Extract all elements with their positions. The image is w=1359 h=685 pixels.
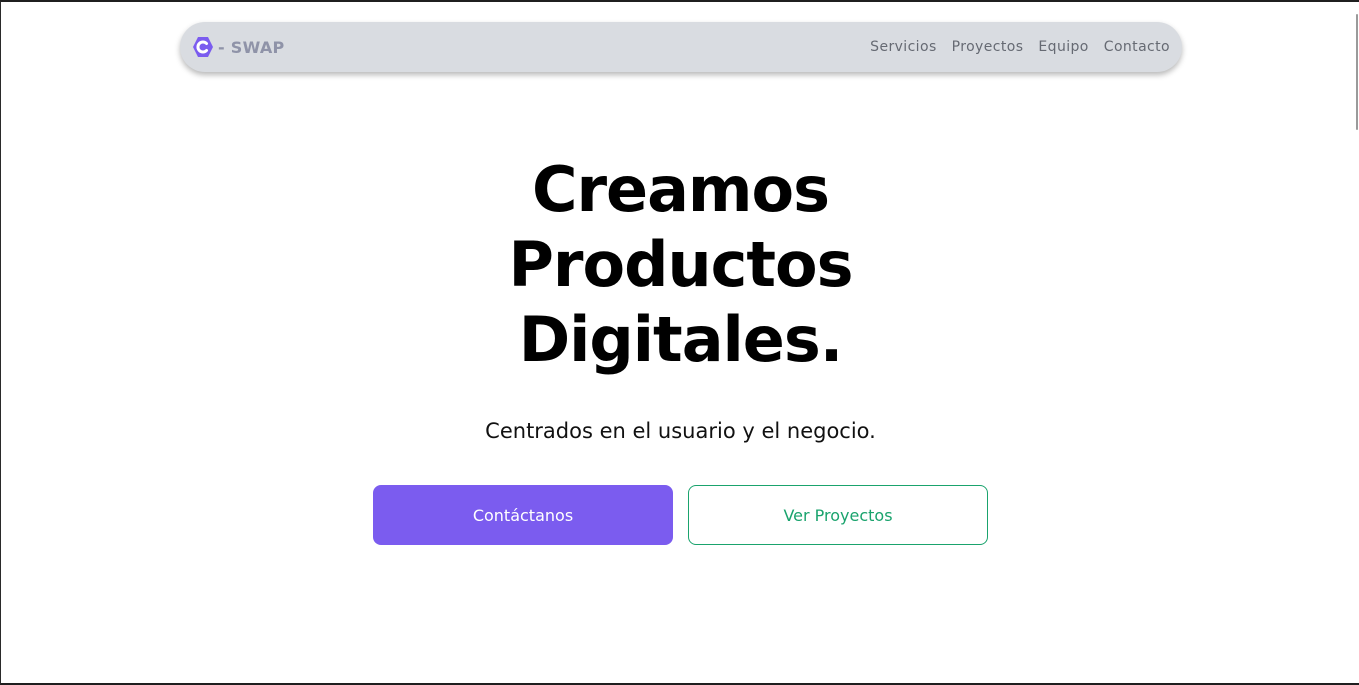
hero-title: Creamos Productos Digitales. (1, 152, 1359, 377)
hero-subtitle: Centrados en el usuario y el negocio. (485, 419, 876, 443)
brand-name: - SWAP (218, 37, 285, 57)
brand-logo-link[interactable]: - SWAP (191, 35, 285, 59)
nav-link-contacto[interactable]: Contacto (1104, 39, 1170, 55)
view-projects-button[interactable]: Ver Proyectos (688, 485, 988, 545)
hero-title-line-2: Productos (508, 228, 853, 301)
nav-link-equipo[interactable]: Equipo (1038, 39, 1088, 55)
scrollbar[interactable] (1354, 2, 1359, 685)
hexagon-logo-icon (191, 35, 215, 59)
navbar: - SWAP Servicios Proyectos Equipo Contac… (180, 22, 1182, 72)
nav-links: Servicios Proyectos Equipo Contacto (855, 39, 1170, 55)
nav-link-servicios[interactable]: Servicios (870, 39, 936, 55)
hero-title-line-1: Creamos (531, 153, 830, 226)
contact-button[interactable]: Contáctanos (373, 485, 673, 545)
nav-link-proyectos[interactable]: Proyectos (952, 39, 1024, 55)
scrollbar-thumb[interactable] (1356, 14, 1358, 130)
hero-title-line-3: Digitales. (518, 303, 844, 376)
